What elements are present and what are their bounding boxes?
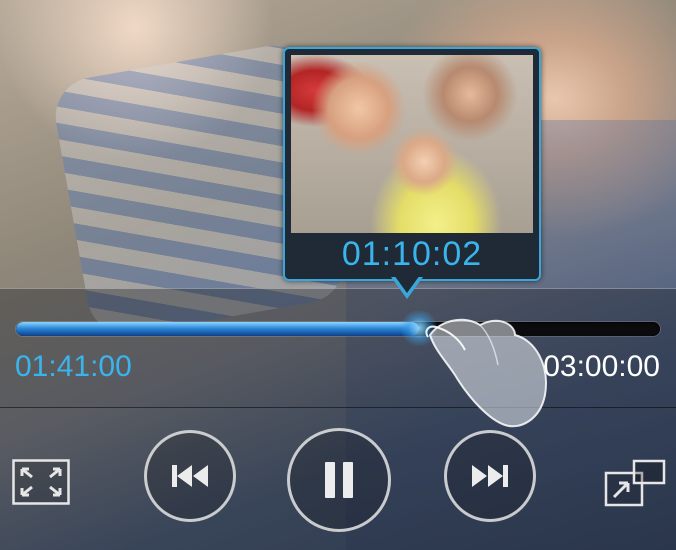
fullscreen-button[interactable] (12, 459, 70, 505)
preview-pointer-inner (394, 275, 420, 293)
fullscreen-icon (12, 459, 70, 505)
hand-gesture-icon (425, 318, 547, 428)
progress-panel (0, 288, 676, 408)
seek-bar[interactable] (16, 322, 660, 336)
divider (0, 407, 676, 408)
seek-preview-popup: 01:10:02 (283, 47, 541, 281)
preview-time: 01:10:02 (341, 235, 483, 273)
seek-bar-progress (16, 322, 419, 336)
preview-thumbnail (291, 55, 533, 233)
pause-button[interactable] (287, 428, 391, 532)
total-time: 03:00:00 (543, 350, 660, 383)
current-time: 01:41:00 (15, 350, 132, 383)
skip-previous-icon (172, 465, 208, 487)
divider (0, 288, 676, 289)
video-player[interactable]: 01:10:02 01:41:00 03:00:00 (0, 0, 676, 550)
previous-button[interactable] (144, 430, 236, 522)
popup-play-icon (604, 459, 666, 507)
next-button[interactable] (444, 430, 536, 522)
pause-icon (325, 462, 353, 498)
popup-play-button[interactable] (604, 459, 666, 507)
skip-next-icon (472, 465, 508, 487)
